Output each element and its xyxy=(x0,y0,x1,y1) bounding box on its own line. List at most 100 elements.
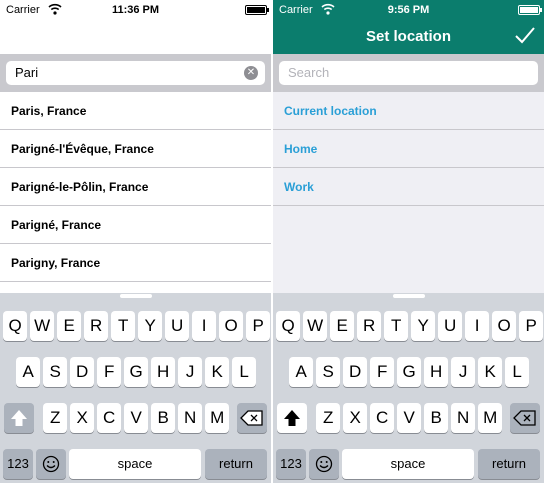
keyboard: Q W E R T Y U I O P A S D F G H J K L Z X C V B N M 123 space return xyxy=(273,293,544,483)
key-d[interactable]: D xyxy=(70,357,95,387)
backspace-key[interactable] xyxy=(510,403,540,433)
key-z[interactable]: Z xyxy=(316,403,341,433)
key-r[interactable]: R xyxy=(84,311,109,341)
key-z[interactable]: Z xyxy=(43,403,68,433)
search-bar: Pari ✕ xyxy=(0,54,271,92)
key-i[interactable]: I xyxy=(192,311,217,341)
search-placeholder: Search xyxy=(288,65,330,80)
key-q[interactable]: Q xyxy=(276,311,301,341)
key-m[interactable]: M xyxy=(478,403,503,433)
key-v[interactable]: V xyxy=(124,403,149,433)
left-screen: Carrier 11:36 PM Pari ✕ Paris, France Pa… xyxy=(0,0,271,483)
key-f[interactable]: F xyxy=(370,357,395,387)
emoji-icon xyxy=(42,455,60,473)
backspace-icon xyxy=(240,410,263,426)
shift-key[interactable] xyxy=(4,403,34,433)
nav-bar xyxy=(0,20,271,54)
space-key[interactable]: space xyxy=(69,449,201,479)
key-v[interactable]: V xyxy=(397,403,422,433)
keyboard-handle[interactable] xyxy=(120,294,152,298)
key-s[interactable]: S xyxy=(43,357,68,387)
return-key[interactable]: return xyxy=(478,449,540,479)
search-bar: Search xyxy=(273,54,544,92)
key-i[interactable]: I xyxy=(465,311,490,341)
key-e[interactable]: E xyxy=(330,311,355,341)
key-f[interactable]: F xyxy=(97,357,122,387)
shift-icon xyxy=(11,410,27,426)
numbers-key[interactable]: 123 xyxy=(276,449,306,479)
result-item[interactable]: Paris, France xyxy=(0,92,271,130)
key-l[interactable]: L xyxy=(505,357,530,387)
key-h[interactable]: H xyxy=(151,357,176,387)
option-current-location[interactable]: Current location xyxy=(273,92,544,130)
result-item[interactable]: Parigné-l'Évêque, France xyxy=(0,130,271,168)
key-y[interactable]: Y xyxy=(411,311,436,341)
shift-key[interactable] xyxy=(277,403,307,433)
key-g[interactable]: G xyxy=(397,357,422,387)
numbers-key[interactable]: 123 xyxy=(3,449,33,479)
status-time: 11:36 PM xyxy=(111,4,160,16)
backspace-key[interactable] xyxy=(237,403,267,433)
battery-icon xyxy=(245,5,269,15)
search-input[interactable]: Pari ✕ xyxy=(6,61,265,85)
return-key[interactable]: return xyxy=(205,449,267,479)
key-c[interactable]: C xyxy=(370,403,395,433)
status-time: 9:56 PM xyxy=(387,4,430,16)
key-u[interactable]: U xyxy=(165,311,190,341)
key-a[interactable]: A xyxy=(289,357,314,387)
result-item[interactable]: Parigné-le-Pôlin, France xyxy=(0,168,271,206)
key-m[interactable]: M xyxy=(205,403,230,433)
status-bar: Carrier 11:36 PM xyxy=(0,0,271,20)
key-b[interactable]: B xyxy=(151,403,176,433)
key-q[interactable]: Q xyxy=(3,311,28,341)
key-o[interactable]: O xyxy=(492,311,517,341)
key-k[interactable]: K xyxy=(205,357,230,387)
page-title: Set location xyxy=(365,28,451,45)
key-b[interactable]: B xyxy=(424,403,449,433)
key-y[interactable]: Y xyxy=(138,311,163,341)
key-l[interactable]: L xyxy=(232,357,257,387)
emoji-icon xyxy=(315,455,333,473)
key-d[interactable]: D xyxy=(343,357,368,387)
emoji-key[interactable] xyxy=(309,449,339,479)
key-s[interactable]: S xyxy=(316,357,341,387)
key-r[interactable]: R xyxy=(357,311,382,341)
key-a[interactable]: A xyxy=(16,357,41,387)
key-c[interactable]: C xyxy=(97,403,122,433)
key-j[interactable]: J xyxy=(178,357,203,387)
keyboard: Q W E R T Y U I O P A S D F G H J K L Z X C V B N M 123 space return xyxy=(0,293,271,483)
checkmark-icon[interactable] xyxy=(514,26,536,44)
key-t[interactable]: T xyxy=(111,311,136,341)
key-n[interactable]: N xyxy=(451,403,476,433)
key-g[interactable]: G xyxy=(124,357,149,387)
key-h[interactable]: H xyxy=(424,357,449,387)
result-item[interactable]: Parigny, France xyxy=(0,244,271,282)
space-key[interactable]: space xyxy=(342,449,474,479)
battery-icon xyxy=(518,5,542,15)
key-p[interactable]: P xyxy=(519,311,544,341)
key-x[interactable]: X xyxy=(70,403,95,433)
key-k[interactable]: K xyxy=(478,357,503,387)
key-j[interactable]: J xyxy=(451,357,476,387)
results-list: Paris, France Parigné-l'Évêque, France P… xyxy=(0,92,271,282)
result-item[interactable]: Parigné, France xyxy=(0,206,271,244)
search-input[interactable]: Search xyxy=(279,61,538,85)
search-input-value: Pari xyxy=(15,65,39,80)
key-p[interactable]: P xyxy=(246,311,271,341)
option-home[interactable]: Home xyxy=(273,130,544,168)
shift-icon xyxy=(284,410,300,426)
key-w[interactable]: W xyxy=(303,311,328,341)
key-e[interactable]: E xyxy=(57,311,82,341)
key-w[interactable]: W xyxy=(30,311,55,341)
keyboard-handle[interactable] xyxy=(393,294,425,298)
key-n[interactable]: N xyxy=(178,403,203,433)
key-o[interactable]: O xyxy=(219,311,244,341)
option-work[interactable]: Work xyxy=(273,168,544,206)
clear-search-icon[interactable]: ✕ xyxy=(244,66,258,80)
key-u[interactable]: U xyxy=(438,311,463,341)
key-t[interactable]: T xyxy=(384,311,409,341)
backspace-icon xyxy=(513,410,536,426)
emoji-key[interactable] xyxy=(36,449,66,479)
key-x[interactable]: X xyxy=(343,403,368,433)
location-options-list: Current location Home Work xyxy=(273,92,544,206)
